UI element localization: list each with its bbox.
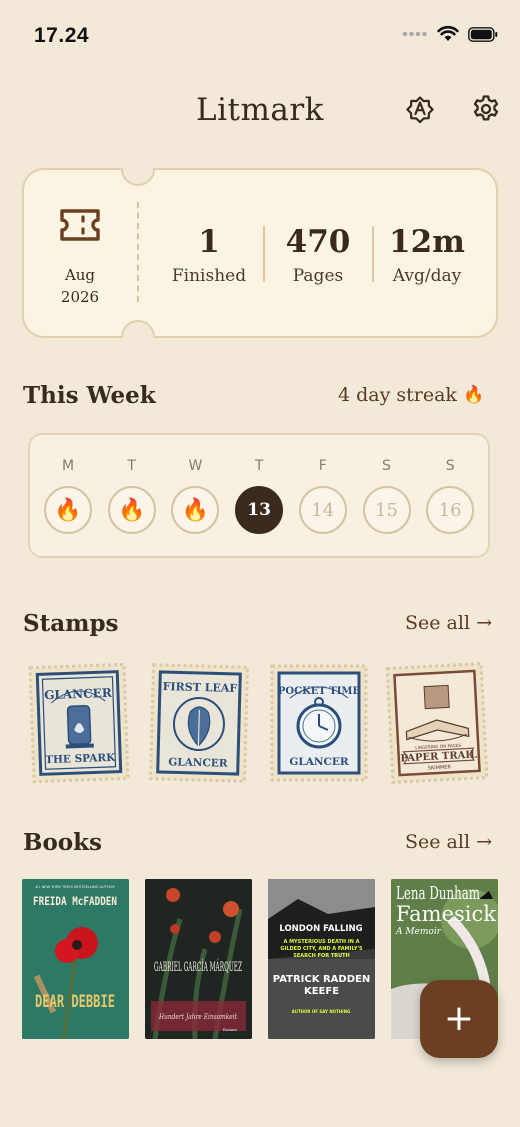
day-done-circle: 🔥: [107, 486, 156, 534]
book-cover-art: LONDON FALLING A MYSTERIOUS DEATH IN A G…: [268, 879, 375, 1039]
battery-icon: [468, 26, 498, 42]
stamp-art: GLANCER THE SPARK: [28, 662, 130, 784]
day-2[interactable]: W 🔥: [169, 458, 221, 534]
streak-text: 4 day streak: [338, 384, 457, 406]
day-number: 15: [375, 499, 398, 521]
stat-label: Finished: [171, 266, 247, 286]
flame-icon: 🔥: [462, 385, 485, 405]
book-tagline: A MYSTERIOUS DEATH IN A GILDED CITY, AND…: [280, 939, 363, 959]
book-note: Roman: [223, 1027, 238, 1032]
status-indicators: [402, 26, 498, 42]
day-letter: S: [382, 458, 391, 474]
book-author: PATRICK RADDEN KEEFE: [272, 974, 371, 997]
summary-month: Aug: [64, 266, 96, 284]
add-book-button[interactable]: +: [420, 980, 498, 1058]
settings-button[interactable]: [469, 92, 503, 126]
stamp-bottom-text: GLANCER: [168, 756, 228, 770]
book-title: LONDON FALLING: [279, 924, 362, 934]
day-number: 13: [247, 500, 271, 520]
day-future-circle: 16: [426, 486, 475, 534]
plus-icon: +: [443, 998, 475, 1039]
ticket-divider: [137, 202, 139, 302]
stamp-art: POCKET TIME GLANCER: [270, 664, 368, 782]
day-done-circle: 🔥: [44, 486, 92, 534]
stamps-see-all-link[interactable]: See all →: [405, 612, 492, 634]
book-cover-hundert-jahre-einsamkeit[interactable]: GABRIEL GARCÍA MÁRQUEZ Hundert Jahre Ein…: [145, 879, 252, 1039]
day-letter: T: [127, 458, 136, 474]
stat-finished: 1 Finished: [154, 224, 264, 286]
day-0[interactable]: M 🔥: [42, 458, 94, 534]
gear-icon: [473, 95, 499, 121]
flame-icon: 🔥: [54, 497, 82, 523]
summary-period: Aug 2026: [50, 264, 110, 308]
stamp-first-leaf[interactable]: FIRST LEAF GLANCER: [148, 663, 250, 784]
stamp-paper-trail[interactable]: LINGERING ON PAGES PAPER TRAIL SKIMMER: [385, 662, 489, 785]
stamp-art: LINGERING ON PAGES PAPER TRAIL SKIMMER: [385, 662, 489, 784]
book-author: GABRIEL GARCÍA MÁRQUEZ: [154, 959, 242, 975]
book-tagline: #1 NEW YORK TIMES BESTSELLING AUTHOR: [35, 885, 115, 889]
stamp-sub-text: SKIMMER: [428, 764, 452, 771]
books-see-all-link[interactable]: See all →: [405, 831, 492, 853]
stamp-bottom-text: THE SPARK: [45, 752, 116, 766]
day-done-circle: 🔥: [171, 486, 220, 534]
stat-value: 12m: [389, 224, 465, 260]
day-number: 16: [438, 499, 462, 521]
book-note: AUTHOR OF SAY NOTHING: [292, 1009, 351, 1014]
day-5[interactable]: S 15: [361, 458, 413, 534]
stat-label: Avg/day: [392, 266, 462, 286]
this-week-heading: This Week: [23, 382, 156, 409]
day-3[interactable]: T 13: [233, 458, 285, 534]
day-future-circle: 15: [362, 486, 411, 534]
book-note: A Memoir: [395, 927, 442, 937]
books-heading: Books: [23, 829, 103, 856]
day-letter: T: [254, 458, 264, 474]
flame-icon: 🔥: [181, 497, 210, 523]
wifi-icon: [437, 26, 459, 41]
status-time: 17.24: [34, 24, 90, 47]
book-author: Lena Dunham: [396, 883, 480, 904]
book-author: FREIDA McFADDEN: [33, 894, 117, 908]
day-future-circle: 14: [298, 486, 347, 534]
stamp-top-text: FIRST LEAF: [163, 680, 238, 695]
book-cover-london-falling[interactable]: LONDON FALLING A MYSTERIOUS DEATH IN A G…: [268, 879, 375, 1039]
book-cover-art: #1 NEW YORK TIMES BESTSELLING AUTHOR FRE…: [22, 879, 129, 1039]
stat-pages: 470 Pages: [263, 224, 373, 286]
book-title: DEAR DEBBIE: [35, 992, 115, 1012]
day-today-circle: 13: [235, 486, 284, 534]
monthly-summary-card[interactable]: Aug 2026 1 Finished 470 Pages 12m Avg/da…: [22, 168, 498, 338]
stat-value: 470: [285, 224, 351, 260]
stamp-the-spark[interactable]: GLANCER THE SPARK: [28, 662, 130, 784]
book-title: Hundert Jahre Einsamkeit: [158, 1012, 238, 1021]
stat-value: 1: [198, 224, 220, 260]
appearance-button[interactable]: [403, 92, 437, 126]
day-6[interactable]: S 16: [424, 458, 476, 534]
day-4[interactable]: F 14: [297, 458, 349, 534]
stamp-pocket-time[interactable]: POCKET TIME GLANCER: [270, 664, 368, 782]
book-cover-art: GABRIEL GARCÍA MÁRQUEZ Hundert Jahre Ein…: [145, 879, 252, 1039]
day-1[interactable]: T 🔥: [106, 458, 158, 534]
day-letter: F: [318, 458, 327, 474]
streak-indicator[interactable]: 4 day streak 🔥: [338, 384, 484, 406]
day-letter: S: [445, 458, 455, 474]
stat-label: Pages: [292, 266, 344, 286]
day-letter: W: [188, 458, 203, 474]
day-letter: M: [61, 458, 75, 474]
stat-avg-day: 12m Avg/day: [372, 224, 482, 286]
text-badge-icon: [406, 96, 434, 124]
app-title: Litmark: [196, 92, 324, 128]
day-number: 14: [311, 499, 335, 521]
ticket-icon: [60, 209, 100, 241]
cellular-signal-icon: [402, 31, 427, 37]
stamp-art: FIRST LEAF GLANCER: [148, 663, 250, 783]
stamp-top-text: GLANCER: [44, 686, 113, 702]
stamp-top-text: POCKET TIME: [278, 686, 361, 697]
stamp-bottom-text: GLANCER: [289, 756, 348, 768]
stamps-heading: Stamps: [23, 610, 119, 637]
summary-year: 2026: [60, 288, 100, 306]
book-title: Famesick: [396, 902, 496, 926]
book-cover-dear-debbie[interactable]: #1 NEW YORK TIMES BESTSELLING AUTHOR FRE…: [22, 879, 129, 1039]
flame-icon: 🔥: [117, 497, 146, 523]
